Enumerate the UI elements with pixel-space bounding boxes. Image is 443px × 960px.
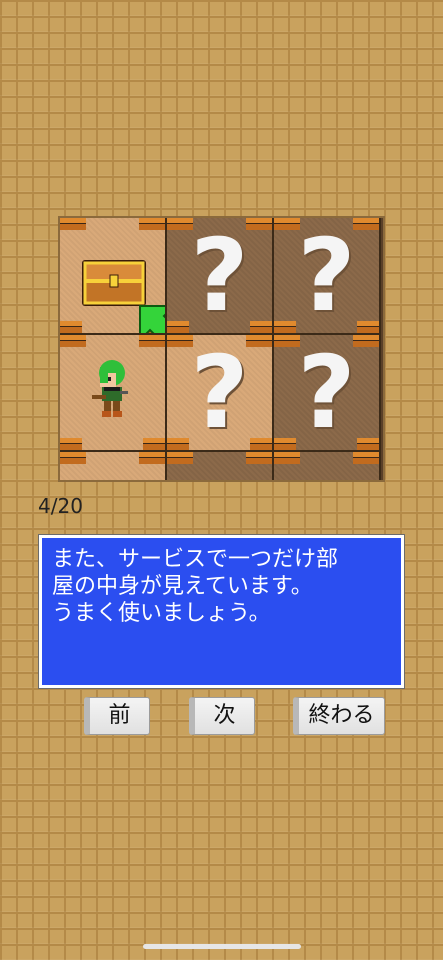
tile-r3c1[interactable] [60,452,167,480]
unknown-room-mark: ? [297,335,356,451]
brick-wall-background [0,0,443,960]
tile-r2c3[interactable]: ? [274,335,381,452]
home-indicator[interactable] [143,944,301,949]
tile-r3c3[interactable] [274,452,381,480]
next-button[interactable]: 次 [189,697,255,735]
player-character-icon [92,360,128,417]
tile-r2c2[interactable]: ? [167,335,274,452]
previous-button[interactable]: 前 [84,697,150,735]
hint-arrow-icon [139,305,165,333]
unknown-room-mark: ? [190,335,249,451]
tile-r2c1[interactable] [60,335,167,452]
finish-button[interactable]: 終わる [293,697,385,735]
message-window: また、サービスで一つだけ部 屋の中身が見えています。 うまく使いましょう。 [38,534,405,689]
dungeon-board: ? ? ? ? [60,218,383,480]
tile-r3c2[interactable] [167,452,274,480]
tile-r1c2[interactable]: ? [167,218,274,335]
treasure-chest-icon [82,260,146,306]
tile-r1c1[interactable] [60,218,167,335]
unknown-room-mark: ? [190,218,249,334]
tile-r1c3[interactable]: ? [274,218,381,335]
unknown-room-mark: ? [297,218,356,334]
step-counter: 4/20 [38,494,83,518]
